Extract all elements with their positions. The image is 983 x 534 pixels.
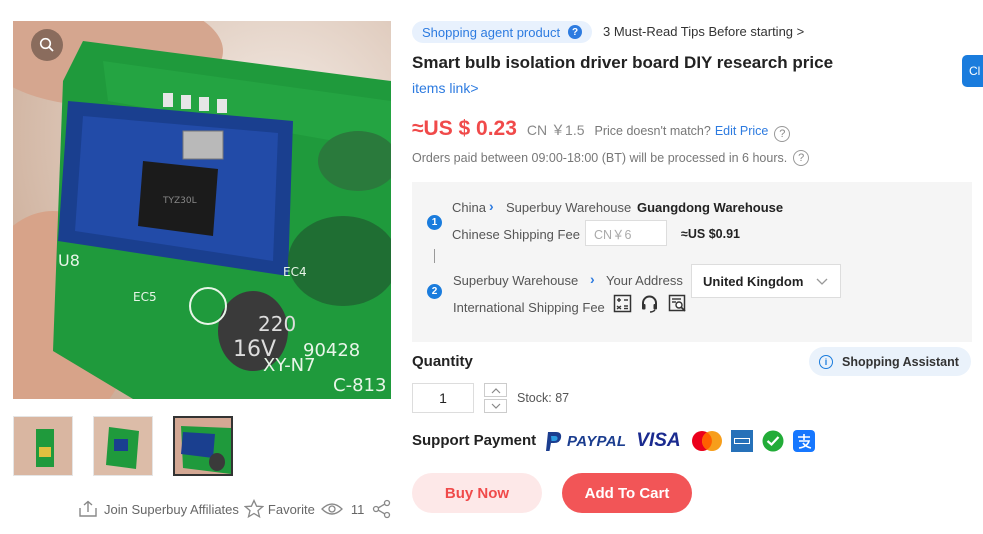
shopping-agent-badge[interactable]: Shopping agent product ? [412,21,593,43]
support-payment-label: Support Payment [412,432,537,449]
quantity-input[interactable]: 1 [412,383,474,413]
svg-text:U8: U8 [58,251,80,270]
zoom-button[interactable] [31,29,63,61]
info-icon: i [819,354,833,369]
pcb-photo: TYZ30L 16V 220 U8 EC5 EC4 XY-N7 90428 C-… [13,21,391,399]
paypal-wordmark: PAYPAL [567,432,627,450]
share-icon[interactable] [372,499,392,519]
chevron-right-icon: › [590,271,595,287]
price-help-icon[interactable]: ? [774,126,791,142]
add-to-cart-button[interactable]: Add To Cart [562,473,692,513]
thumbnail-strip [13,416,233,476]
shopping-assistant-label: Shopping Assistant [842,354,959,369]
superbuy-warehouse-origin: Superbuy Warehouse [453,273,579,288]
usd-price: ≈US $ 0.23 [412,117,517,140]
star-icon[interactable] [243,499,264,519]
thumbnail-3[interactable] [173,416,233,476]
processing-help-icon[interactable]: ? [793,150,810,166]
amex-logo [730,430,753,452]
quantity-decrement[interactable] [484,399,507,413]
chevron-down-icon [816,278,828,285]
help-icon[interactable]: ? [568,25,583,39]
agent-badge-label: Shopping agent product [422,24,561,40]
chinese-shipping-fee-input[interactable]: CN￥6 [585,220,667,246]
svg-text:TYZ30L: TYZ30L [162,196,197,206]
mastercard-logo [691,431,722,451]
magnifier-icon [39,37,54,52]
origin-china: China [452,200,486,215]
chevron-down-icon [491,403,500,409]
svg-text:EC4: EC4 [283,265,307,279]
views-count: 11 [350,501,365,517]
step-2-badge: 2 [427,284,442,299]
thumbnail-2[interactable] [93,416,153,476]
chevron-right-icon: › [489,198,494,214]
selected-country: United Kingdom [703,273,804,289]
favorite-label[interactable]: Favorite [268,502,315,517]
chevron-up-icon [491,387,500,393]
paypal-logo [546,431,562,451]
main-product-image[interactable]: TYZ30L 16V 220 U8 EC5 EC4 XY-N7 90428 C-… [13,21,391,399]
wechat-pay-logo [762,430,784,452]
visa-logo: VISA [636,430,681,451]
processing-note: Orders paid between 09:00-18:00 (BT) wil… [412,150,810,166]
shipping-panel: 1 2 China › Superbuy Warehouse Guangdong… [412,182,972,342]
alipay-logo [792,430,815,452]
superbuy-warehouse-label: Superbuy Warehouse [506,200,632,215]
product-title: Smart bulb isolation driver board DIY re… [412,53,834,72]
svg-text:C-813: C-813 [333,375,386,396]
thumbnail-1[interactable] [13,416,73,476]
country-select[interactable]: United Kingdom [691,264,841,298]
quantity-label: Quantity [412,353,473,370]
floating-side-tab[interactable]: Cl [962,55,983,87]
shopping-assistant-button[interactable]: i Shopping Assistant [809,347,971,376]
items-link[interactable]: items link> [412,80,479,96]
guangdong-warehouse-label: Guangdong Warehouse [637,200,784,215]
your-address-label: Your Address [606,273,683,288]
calculator-icon[interactable] [613,294,632,313]
step-connector [434,249,435,263]
svg-text:90428: 90428 [303,340,360,361]
chinese-shipping-fee-label: Chinese Shipping Fee [452,227,580,242]
quantity-increment[interactable] [484,383,507,397]
svg-text:220: 220 [258,312,296,336]
buy-now-button[interactable]: Buy Now [412,473,542,513]
join-affiliates-link[interactable]: Join Superbuy Affiliates [104,502,239,517]
chinese-fee-usd: ≈US $0.91 [681,227,740,241]
price-row: ≈US $ 0.23 CN ￥1.5 Price doesn't match? … [412,117,791,142]
search-list-icon[interactable] [668,294,687,313]
international-shipping-fee-label: International Shipping Fee [453,300,605,315]
price-mismatch-text: Price doesn't match? [594,124,711,138]
must-read-tips-link[interactable]: 3 Must-Read Tips Before starting > [603,24,804,39]
headset-icon[interactable] [640,294,659,313]
stock-count: Stock: 87 [517,391,570,405]
svg-text:EC5: EC5 [133,290,157,304]
edit-price-link[interactable]: Edit Price [715,124,769,138]
processing-note-text: Orders paid between 09:00-18:00 (BT) wil… [412,151,788,165]
payment-methods: PAYPAL VISA [545,430,815,452]
cny-price: CN ￥1.5 [526,122,585,138]
step-1-badge: 1 [427,215,442,230]
share-row: Join Superbuy Affiliates Favorite 11 [78,499,392,519]
eye-icon [320,502,343,516]
share-out-icon[interactable] [78,500,98,518]
